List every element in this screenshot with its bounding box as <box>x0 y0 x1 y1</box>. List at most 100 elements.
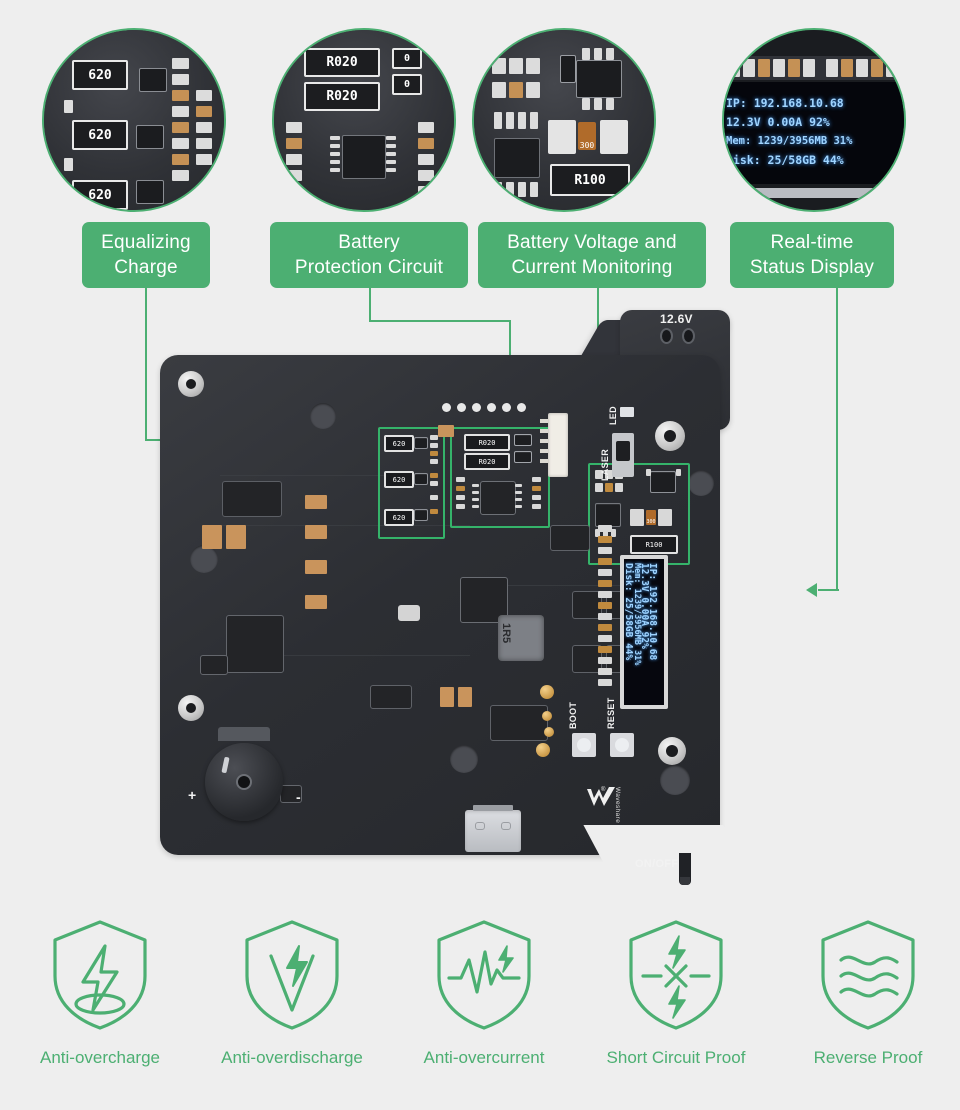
smd-pad <box>526 58 540 74</box>
capacitor <box>305 595 327 609</box>
inductor-silkscreen: 1R5 <box>500 623 512 644</box>
pad-hole <box>660 765 690 795</box>
smd-pad <box>594 98 602 110</box>
callout-label-equalizing-charge[interactable]: Equalizing Charge <box>82 222 210 288</box>
board-part-r020-b: R020 <box>464 453 510 470</box>
smd-pad <box>456 477 465 482</box>
capacitor <box>438 425 454 437</box>
smd-pad <box>456 486 465 491</box>
feature-label: Short Circuit Proof <box>606 1048 746 1067</box>
smd-pad <box>172 58 189 69</box>
part-620-c: 620 <box>72 180 128 210</box>
smd-pad <box>518 182 526 197</box>
smd-pad <box>172 106 189 117</box>
shunt-pad <box>630 509 644 526</box>
soic-ic <box>494 138 540 178</box>
ic-chip <box>139 68 167 92</box>
smd-pad <box>582 48 590 60</box>
gold-pad <box>540 685 554 699</box>
callout-label-voltage-current[interactable]: Battery Voltage and Current Monitoring <box>478 222 706 288</box>
oled-screen: IP: 192.168.10.68 12.3V 0.00A 92% Mem: 1… <box>624 559 664 705</box>
board-part-620-b: 620 <box>384 471 414 488</box>
gold-pad <box>544 727 554 737</box>
smd-pad <box>64 158 73 171</box>
smd-pad <box>196 154 212 165</box>
soic-ic <box>490 705 548 741</box>
boot-button[interactable] <box>572 733 596 757</box>
smd-pad <box>526 82 540 98</box>
capacitor <box>305 560 327 574</box>
terminal-pins <box>218 727 270 741</box>
feature-anti-overdischarge: Anti-overdischarge <box>196 900 388 1068</box>
label-line-1: Equalizing <box>101 232 191 253</box>
smd-pad <box>172 90 189 101</box>
highlight-box-equalizing-charge: 620 620 620 <box>378 427 445 539</box>
smd-pad <box>728 59 740 77</box>
shield-bolt-ground-icon <box>45 914 155 1034</box>
jst-connector <box>540 413 568 477</box>
smd-pad <box>492 58 506 74</box>
callout-label-status-display[interactable]: Real-time Status Display <box>730 222 894 288</box>
part-0-a: 0 <box>392 48 422 69</box>
reset-button[interactable] <box>610 733 634 757</box>
callout-label-battery-protection[interactable]: Battery Protection Circuit <box>270 222 468 288</box>
capacitor <box>305 525 327 539</box>
smd-pad <box>418 138 434 149</box>
smd-pad <box>418 186 434 197</box>
smd-pad <box>646 469 651 476</box>
smd-pad <box>430 451 438 456</box>
silkscreen-led: LED <box>608 406 618 425</box>
smd-pad <box>530 182 538 197</box>
part-fuse-300: 300 <box>578 122 596 150</box>
status-led <box>620 407 634 417</box>
smd-pad <box>758 59 770 77</box>
onoff-switch[interactable] <box>679 853 691 885</box>
terminal-hole <box>684 330 693 342</box>
highlight-box-battery-protection: R020 R020 <box>450 427 550 528</box>
smd-pad <box>841 59 853 77</box>
smd-pad <box>606 98 614 110</box>
smd-pad <box>856 59 868 77</box>
laser-slide-switch[interactable] <box>612 433 634 477</box>
smd-pad <box>532 477 541 482</box>
smd-pad <box>582 98 590 110</box>
smd-pad <box>196 138 212 149</box>
part-0-b: 0 <box>392 74 422 95</box>
board-oled-line-disk: Disk: 25/58GB 44% <box>624 563 634 661</box>
callout-circle-voltage-current: 300 R100 <box>472 28 656 212</box>
qfn-ic <box>480 481 516 515</box>
battery-terminal-knob[interactable] <box>205 743 283 821</box>
features-row: Anti-overcharge Anti-overdischarge Anti-… <box>0 900 960 1110</box>
silkscreen-onoff: ON/OFF <box>635 858 679 870</box>
ic-lead <box>386 168 396 172</box>
smd-pad <box>456 495 465 500</box>
pcb-zoom-photo-battery-protection: R020 R020 0 0 <box>274 30 454 210</box>
smd-pad <box>286 154 302 165</box>
smd-pad <box>196 106 212 117</box>
ic-lead <box>472 505 479 508</box>
pad-hole <box>190 545 218 573</box>
silkscreen-plus: + <box>188 787 197 803</box>
oled-zoom-photo: IP: 192.168.10.68 12.3V 0.00A 92% Mem: 1… <box>724 30 904 210</box>
label-line-2: Current Monitoring <box>511 257 673 278</box>
shield-waves-icon <box>813 914 923 1034</box>
part-r020-a: R020 <box>304 48 380 77</box>
ic-chip <box>136 180 164 204</box>
brand-text: Waveshare <box>614 787 621 824</box>
oled-module: IP: 192.168.10.68 12.3V 0.00A 92% Mem: 1… <box>620 555 668 709</box>
infographic-stage: 620 620 620 R020 R020 0 0 300 R100 IP: 1… <box>0 0 960 1110</box>
smd-pad <box>606 48 614 60</box>
shield-bolt-v-icon <box>237 914 347 1034</box>
oled-line-mem: Mem: 1239/3956MB 31% <box>726 135 853 147</box>
smd-pad <box>595 483 603 492</box>
shunt-pad <box>548 120 576 154</box>
smd-pad <box>509 58 523 74</box>
label-line-2: Protection Circuit <box>294 257 444 278</box>
smd-pad <box>418 170 434 181</box>
ic-lead <box>515 505 522 508</box>
usb-c-connector[interactable] <box>465 805 521 852</box>
smd-pad <box>492 82 506 98</box>
board-part-620-a: 620 <box>384 435 414 452</box>
silkscreen-minus: - <box>296 789 301 805</box>
smd-pad <box>509 82 523 98</box>
